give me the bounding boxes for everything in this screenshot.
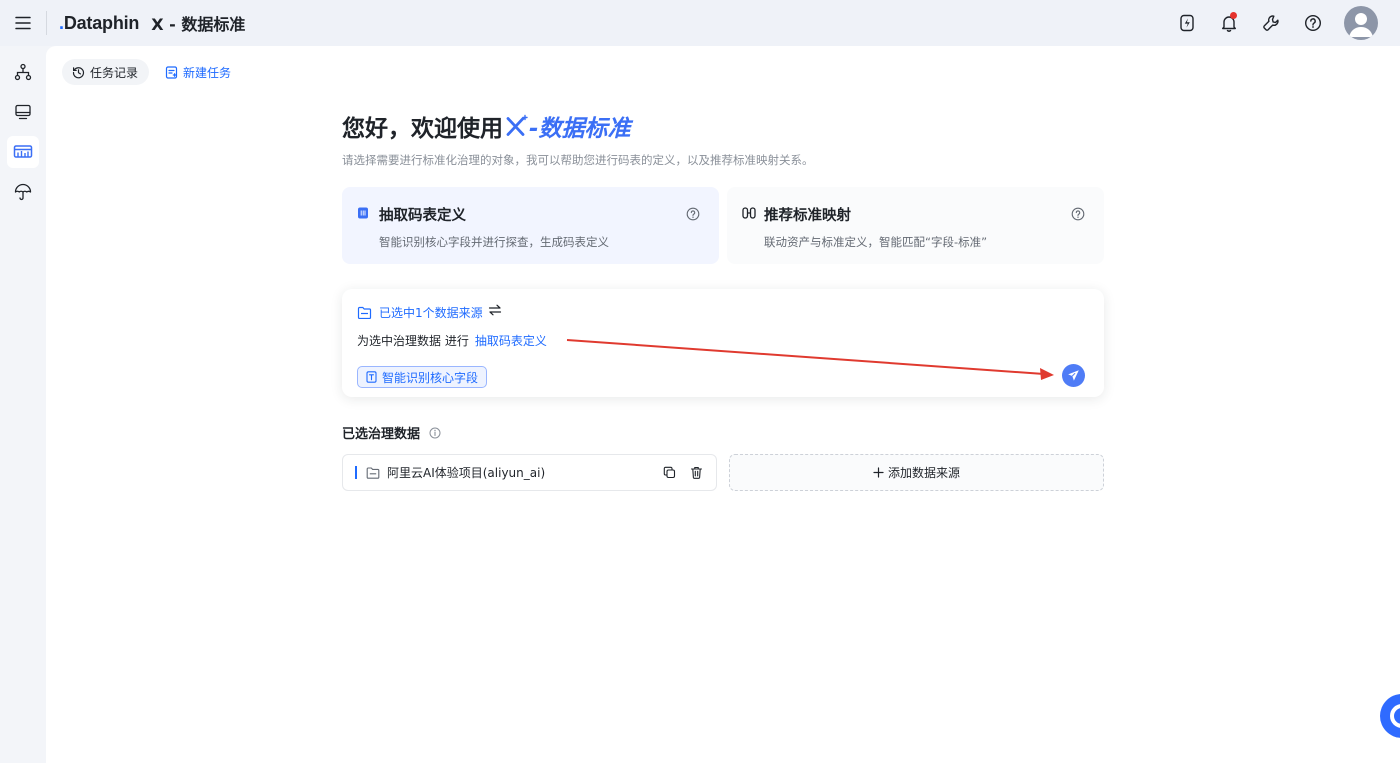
delete-icon[interactable]: [690, 466, 703, 479]
left-rail: [0, 46, 46, 763]
wrench-icon: [1262, 14, 1280, 32]
new-task-button[interactable]: 新建任务: [165, 59, 231, 85]
sidebar-item-monitor[interactable]: [7, 96, 39, 128]
add-data-source-label: 添加数据来源: [887, 466, 960, 480]
lightning-icon: [1179, 14, 1195, 32]
chip-label: 智能识别核心字段: [382, 370, 479, 385]
brand-logo: .Dataphin: [59, 12, 140, 33]
monitor-icon: [14, 103, 32, 121]
document-icon: [366, 371, 377, 383]
help-icon[interactable]: [1071, 207, 1085, 221]
avatar[interactable]: [1344, 6, 1378, 40]
identify-core-fields-chip[interactable]: 智能识别核心字段: [357, 366, 488, 388]
mode-card-recommend-mapping[interactable]: 推荐标准映射 联动资产与标准定义，智能匹配“字段-标准”: [727, 187, 1104, 264]
send-icon: [1067, 369, 1080, 382]
top-bar: .Dataphin X - 数据标准: [0, 0, 1400, 46]
new-task-label: 新建任务: [183, 65, 232, 80]
code-table-icon: [357, 207, 369, 219]
task-input-card: 已选中1个数据来源 为选中治理数据 进行 抽取码表定义 智能识别核心字段: [342, 289, 1104, 397]
mode-desc: 智能识别核心字段并进行探查，生成码表定义: [379, 235, 609, 249]
tools-button[interactable]: [1250, 0, 1292, 46]
welcome-heading: 您好，欢迎使用 -数据标准: [342, 109, 631, 143]
folder-icon: [357, 306, 372, 319]
copy-icon[interactable]: [663, 466, 676, 479]
x-logo-icon: [505, 114, 529, 138]
brand[interactable]: .Dataphin X - 数据标准: [59, 11, 245, 35]
top-divider: [46, 11, 47, 35]
selected-data-title: 已选治理数据: [342, 423, 441, 442]
selected-source-button[interactable]: 已选中1个数据来源: [357, 304, 483, 321]
app-title: X - 数据标准: [151, 15, 246, 34]
info-icon[interactable]: [429, 427, 441, 439]
task-sentence-prefix: 为选中治理数据 进行: [357, 334, 469, 348]
lightning-button[interactable]: [1166, 0, 1208, 46]
send-button[interactable]: [1062, 364, 1085, 387]
task-history-label: 任务记录: [90, 65, 139, 80]
help-icon: [1304, 14, 1322, 32]
menu-icon: [15, 16, 31, 30]
main-panel: 任务记录 新建任务 您好，欢迎使用 -数据标准 请选择需要进行标准化治理的对象，…: [46, 46, 1400, 763]
welcome-subtitle: 请选择需要进行标准化治理的对象，我可以帮助您进行码表的定义，以及推荐标准映射关系…: [342, 153, 814, 167]
help-icon[interactable]: [686, 207, 700, 221]
switch-icon[interactable]: [488, 304, 502, 316]
task-sentence: 为选中治理数据 进行 抽取码表定义: [357, 332, 547, 349]
task-history-button[interactable]: 任务记录: [62, 59, 150, 85]
selected-source-label: 已选中1个数据来源: [379, 306, 483, 320]
notification-dot: [1230, 12, 1237, 19]
source-name: 阿里云AI体验项目(aliyun_ai): [387, 466, 546, 480]
selected-data-title-text: 已选治理数据: [342, 427, 421, 442]
mode-desc: 联动资产与标准定义，智能匹配“字段-标准”: [764, 235, 988, 249]
help-button[interactable]: [1292, 0, 1334, 46]
menu-button[interactable]: [0, 0, 46, 46]
history-icon: [72, 66, 85, 79]
new-task-icon: [165, 65, 178, 79]
sitemap-icon: [14, 63, 32, 81]
task-action-link[interactable]: 抽取码表定义: [475, 334, 547, 348]
sidebar-item-governance[interactable]: [7, 176, 39, 208]
mapping-icon: [742, 207, 756, 219]
plus-icon: [873, 467, 884, 478]
notification-button[interactable]: [1208, 0, 1250, 46]
mode-card-extract-code-table[interactable]: 抽取码表定义 智能识别核心字段并进行探查，生成码表定义: [342, 187, 719, 264]
selected-source-item[interactable]: 阿里云AI体验项目(aliyun_ai): [342, 454, 717, 491]
add-data-source-button[interactable]: 添加数据来源: [729, 454, 1104, 491]
sidebar-item-structure[interactable]: [7, 56, 39, 88]
top-actions: [1166, 0, 1400, 46]
welcome-greeting: 您好，欢迎使用: [342, 116, 503, 142]
data-standard-icon: [13, 143, 33, 161]
welcome-product: -数据标准: [529, 116, 631, 142]
umbrella-icon: [14, 183, 32, 201]
mode-title: 抽取码表定义: [379, 208, 466, 224]
sidebar-item-data-standard[interactable]: [7, 136, 39, 168]
mode-title: 推荐标准映射: [764, 208, 851, 224]
folder-icon: [366, 466, 380, 479]
user-avatar-icon: [1349, 13, 1373, 37]
source-accent-bar: [355, 466, 357, 479]
